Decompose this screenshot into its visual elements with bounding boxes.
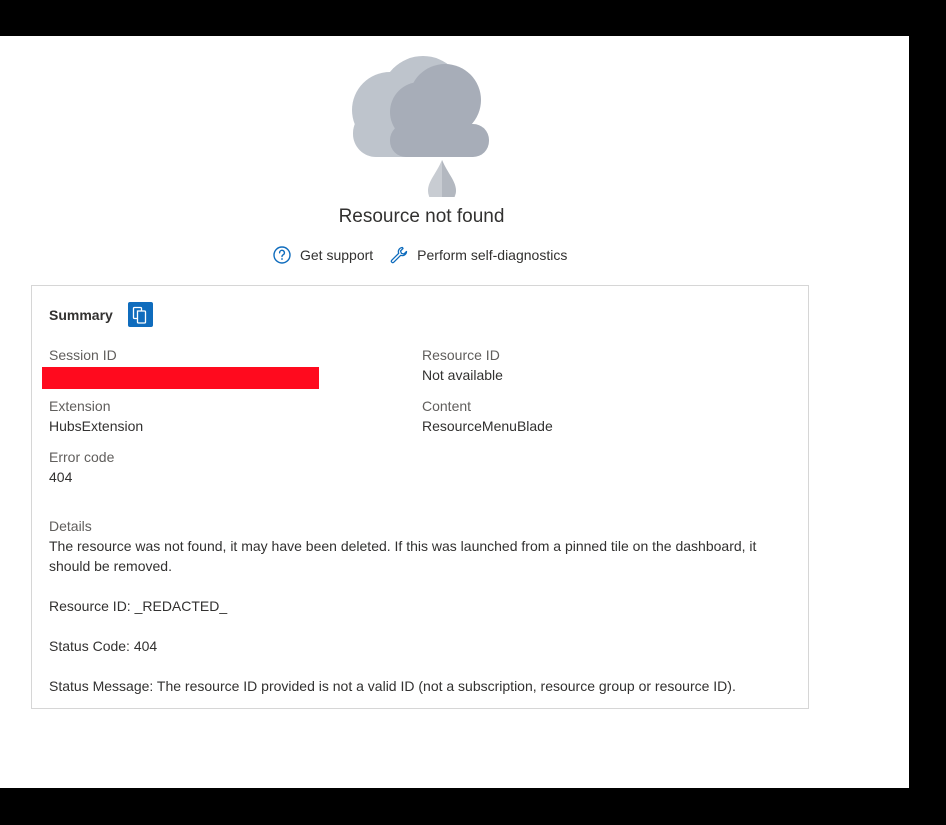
copy-button[interactable] [127,302,153,327]
resource-id-value: Not available [422,367,503,383]
details-status-code: Status Code: 404 [49,638,158,654]
self-diagnostics-link[interactable]: Perform self-diagnostics [389,245,567,265]
copy-icon [133,306,147,324]
rain-cloud-icon [345,52,495,205]
resource-id-label: Resource ID [422,347,500,363]
details-status-message: Status Message: The resource ID provided… [49,678,736,694]
wrench-icon [389,245,409,265]
extension-value: HubsExtension [49,418,144,434]
details-section: Details The resource was not found, it m… [49,516,789,696]
content-label: Content [422,398,472,414]
session-id-redacted-value [42,367,319,389]
session-id-label: Session ID [49,347,117,363]
summary-title: Summary [49,306,113,323]
details-resource-id: Resource ID: _REDACTED_ [49,598,228,614]
question-circle-icon [272,245,292,265]
resource-id-field: Resource ID Not available [422,345,503,385]
content-value: ResourceMenuBlade [422,418,553,434]
error-page: Resource not found Get support Perform s… [0,36,909,788]
content-field: Content ResourceMenuBlade [422,396,553,436]
error-code-field: Error code 404 [49,447,114,487]
get-support-label: Get support [300,247,374,263]
details-message: The resource was not found, it may have … [49,538,757,574]
summary-panel: Summary Session ID Resource ID Not avail… [31,285,809,709]
self-diagnostics-label: Perform self-diagnostics [417,247,568,263]
action-bar: Get support Perform self-diagnostics [272,244,567,266]
get-support-link[interactable]: Get support [272,245,373,265]
summary-header: Summary [49,302,153,327]
extension-label: Extension [49,398,111,414]
error-code-value: 404 [49,469,73,485]
session-id-field: Session ID [49,345,117,365]
extension-field: Extension HubsExtension [49,396,143,436]
error-code-label: Error code [49,449,115,465]
page-title: Resource not found [338,206,505,227]
details-label: Details [49,518,92,534]
